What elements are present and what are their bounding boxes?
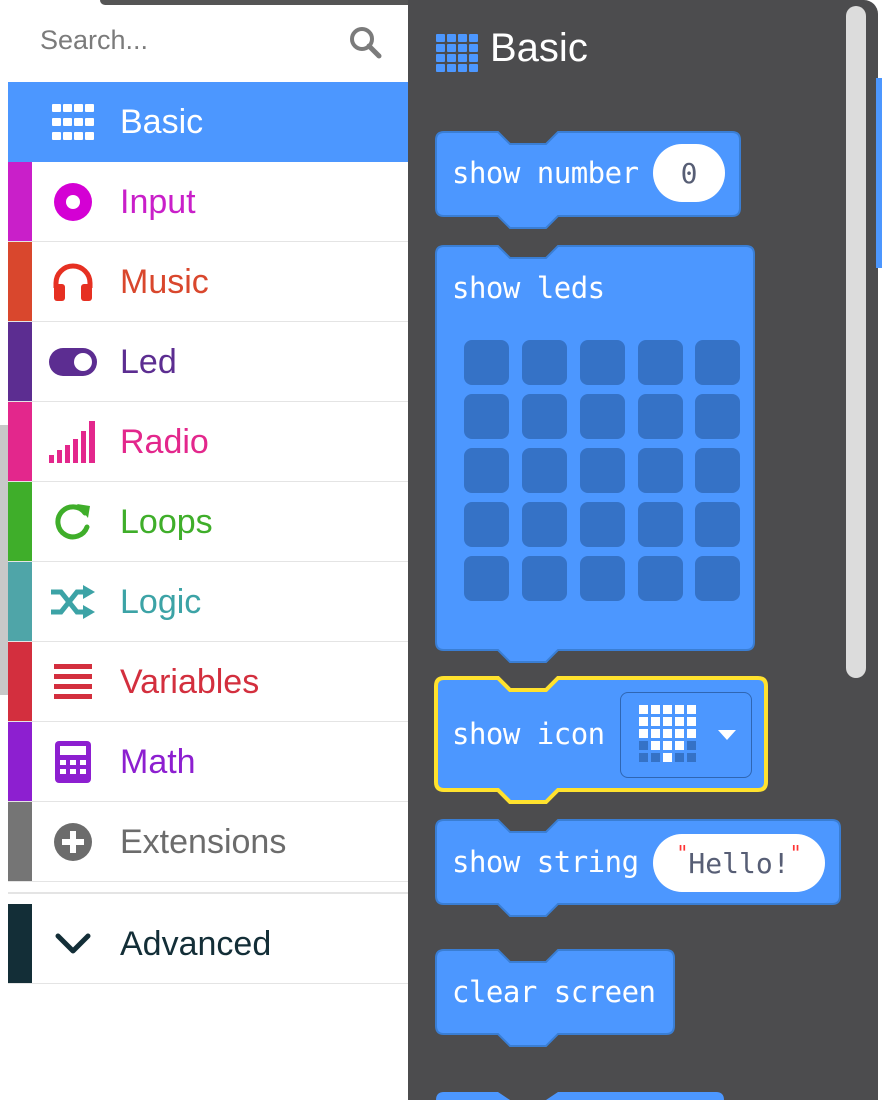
string-input[interactable]: " Hello! " [653, 834, 825, 892]
show-number-label: show number [452, 156, 639, 190]
show-leds-label: show leds [452, 271, 605, 305]
led-grid[interactable] [464, 340, 740, 601]
string-value: Hello! [688, 846, 790, 880]
number-input[interactable]: 0 [653, 144, 725, 202]
dropdown-caret-icon [718, 730, 736, 740]
quote-mark-icon: " [676, 841, 689, 865]
block-shapes [434, 131, 841, 1100]
clear-screen-label: clear screen [452, 975, 656, 1009]
next-block-partial[interactable] [436, 1092, 724, 1100]
quote-mark-icon: " [789, 841, 802, 865]
heart-icon [639, 705, 696, 762]
icon-dropdown[interactable] [620, 692, 752, 778]
show-icon-label: show icon [452, 717, 605, 751]
show-string-label: show string [452, 845, 639, 879]
